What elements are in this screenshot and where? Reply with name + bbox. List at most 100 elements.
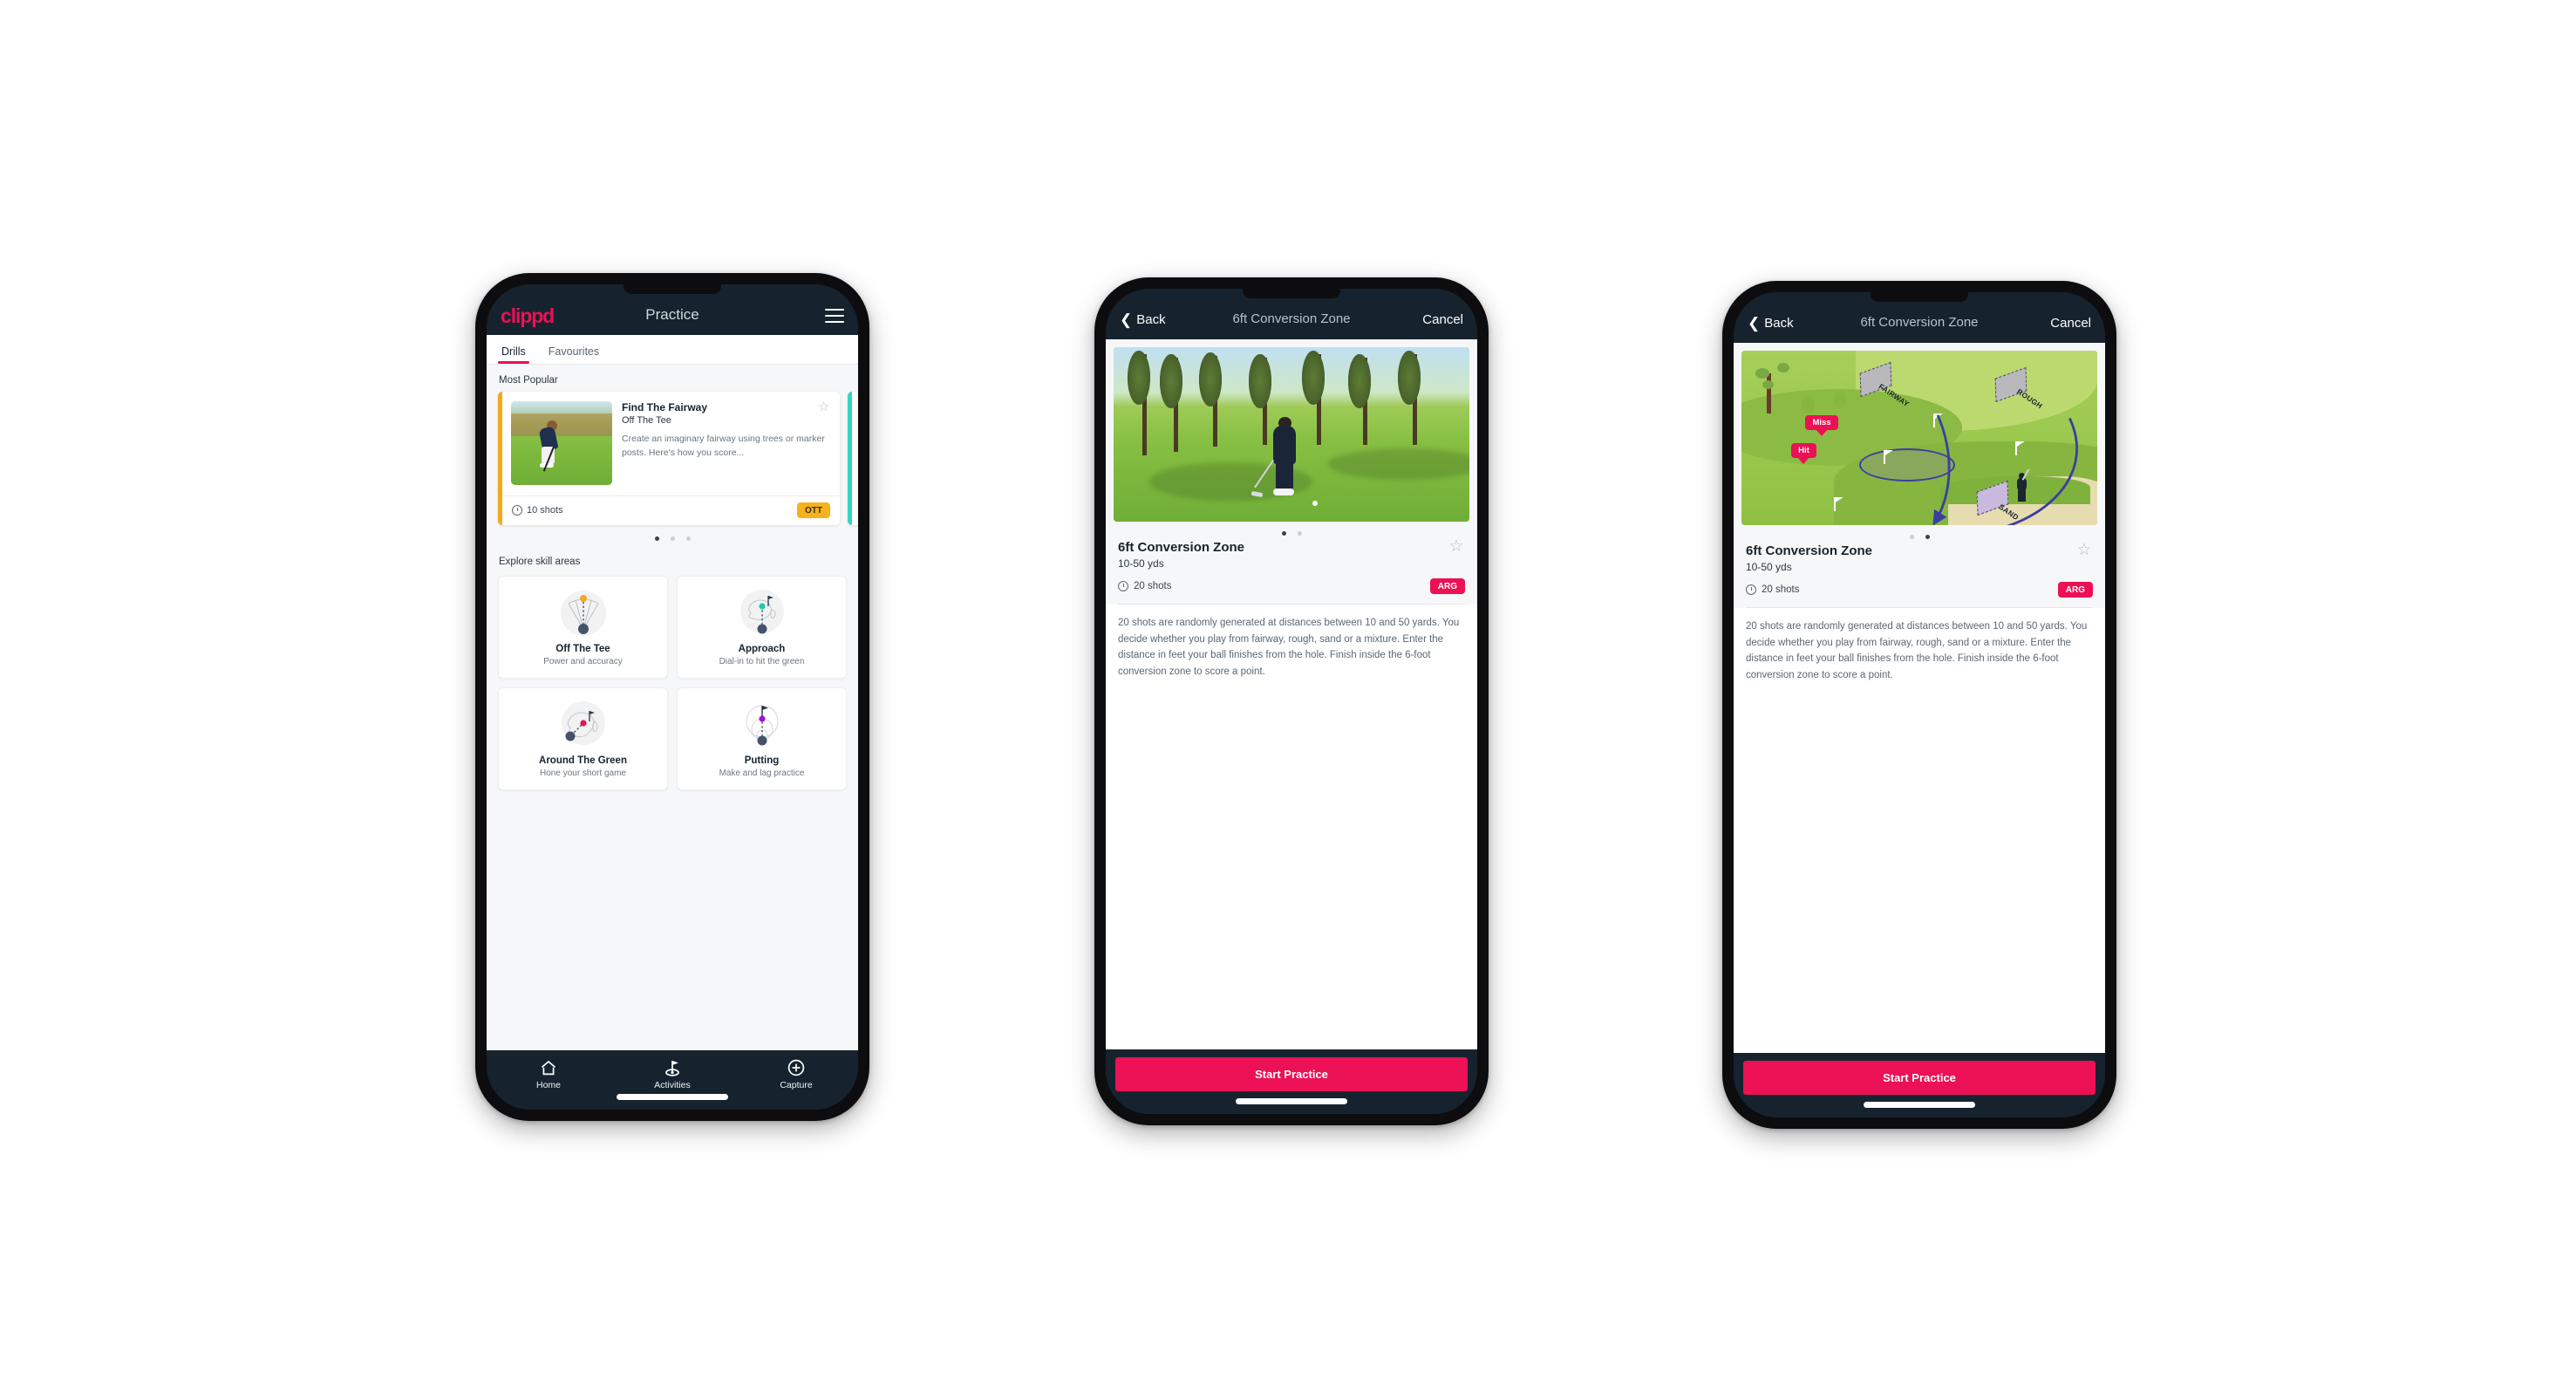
drill-tag-ott: OTT bbox=[797, 502, 830, 518]
phone-notch bbox=[624, 284, 721, 294]
tab-home-label: Home bbox=[535, 1080, 561, 1090]
phone-screen: clippd Practice Drills Favourites Most P… bbox=[487, 284, 858, 1110]
approach-green-icon bbox=[685, 588, 839, 639]
tab-home[interactable]: Home bbox=[487, 1058, 610, 1090]
media-dots bbox=[1106, 522, 1477, 540]
drill-subtitle: Off The Tee bbox=[622, 415, 671, 426]
star-outline-icon[interactable]: ☆ bbox=[2075, 542, 2093, 558]
star-outline-icon[interactable]: ☆ bbox=[1448, 538, 1465, 555]
start-practice-button[interactable]: Start Practice bbox=[1115, 1057, 1468, 1091]
cancel-button[interactable]: Cancel bbox=[2050, 305, 2091, 342]
skill-name: Off The Tee bbox=[555, 644, 610, 654]
putting-rings-icon bbox=[685, 700, 839, 750]
phone-drill-detail-photo: ❮ Back 6ft Conversion Zone Cancel 6ft Co… bbox=[1094, 277, 1489, 1125]
drill-tag-arg: ARG bbox=[2057, 582, 2093, 598]
golf-flag-icon bbox=[611, 1058, 734, 1077]
drill-carousel[interactable]: Find The Fairway Off The Tee ☆ Create an… bbox=[487, 392, 858, 525]
skill-desc: Hone your short game bbox=[540, 769, 626, 778]
drill-detail-shots: 20 shots bbox=[1118, 581, 1171, 591]
drill-media-photo[interactable] bbox=[1114, 347, 1469, 522]
drill-shots: 10 shots bbox=[512, 505, 563, 516]
clock-icon bbox=[1746, 584, 1756, 595]
carousel-dots bbox=[487, 525, 858, 546]
plus-circle-icon bbox=[735, 1058, 858, 1077]
tab-drills[interactable]: Drills bbox=[498, 345, 529, 364]
illustration-golfer bbox=[2015, 468, 2030, 502]
chevron-left-icon: ❮ bbox=[1120, 311, 1133, 328]
around-green-icon bbox=[506, 700, 660, 750]
hit-bubble: Hit bbox=[1791, 443, 1816, 458]
drill-tag-arg: ARG bbox=[1429, 578, 1465, 594]
skill-card-around-the-green[interactable]: Around The Green Hone your short game bbox=[498, 687, 668, 790]
drill-detail-header: 6ft Conversion Zone 10-50 yds ☆ 20 shots… bbox=[1106, 538, 1477, 594]
screenshot-stage: clippd Practice Drills Favourites Most P… bbox=[0, 0, 2576, 1387]
drill-detail-title: 6ft Conversion Zone bbox=[1118, 540, 1245, 555]
tab-activities-label: Activities bbox=[654, 1080, 691, 1090]
star-outline-icon[interactable]: ☆ bbox=[817, 400, 830, 414]
drill-detail-description: 20 shots are randomly generated at dista… bbox=[1746, 621, 2088, 680]
tab-favourites[interactable]: Favourites bbox=[545, 345, 603, 364]
carousel-dot-2[interactable] bbox=[670, 536, 675, 541]
skill-card-approach[interactable]: Approach Dial-in to hit the green bbox=[677, 576, 847, 679]
back-label: Back bbox=[1764, 316, 1794, 331]
drill-title: Find The Fairway bbox=[622, 401, 708, 413]
drill-card[interactable]: Find The Fairway Off The Tee ☆ Create an… bbox=[498, 392, 840, 525]
drill-detail: 6ft Conversion Zone 10-50 yds ☆ 20 shots… bbox=[1106, 339, 1477, 1049]
tab-capture[interactable]: Capture bbox=[735, 1058, 858, 1090]
clock-icon bbox=[512, 505, 522, 516]
drill-detail-body: 20 shots are randomly generated at dista… bbox=[1106, 605, 1477, 1049]
media-dot-2[interactable] bbox=[1925, 535, 1930, 539]
skill-card-off-the-tee[interactable]: Off The Tee Power and accuracy bbox=[498, 576, 668, 679]
skill-desc: Power and accuracy bbox=[543, 657, 623, 666]
media-dot-1[interactable] bbox=[1281, 531, 1286, 536]
home-indicator bbox=[1864, 1102, 1975, 1108]
clock-icon bbox=[1118, 581, 1128, 591]
carousel-dot-1[interactable] bbox=[654, 536, 659, 541]
drill-card-text: Find The Fairway Off The Tee ☆ Create an… bbox=[622, 400, 830, 485]
phone-practice-list: clippd Practice Drills Favourites Most P… bbox=[475, 273, 869, 1121]
skill-desc: Make and lag practice bbox=[719, 769, 805, 778]
hamburger-icon[interactable] bbox=[825, 309, 844, 323]
phone-notch bbox=[1871, 292, 1968, 302]
skill-areas-grid: Off The Tee Power and accuracy Approach … bbox=[487, 573, 858, 790]
home-icon bbox=[487, 1058, 610, 1077]
shot-path-arrows bbox=[1932, 414, 2078, 525]
miss-bubble: Miss bbox=[1805, 415, 1838, 430]
back-label: Back bbox=[1136, 312, 1166, 327]
home-indicator bbox=[1236, 1098, 1347, 1104]
skill-name: Putting bbox=[744, 755, 780, 766]
drill-detail-shots: 20 shots bbox=[1746, 584, 1799, 595]
skill-name: Around The Green bbox=[539, 755, 627, 766]
practice-content: Most Popular Find The Fairway Off The Te… bbox=[487, 365, 858, 1050]
chevron-left-icon: ❮ bbox=[1748, 314, 1761, 331]
drill-description: Create an imaginary fairway using trees … bbox=[622, 434, 825, 458]
drills-tabs: Drills Favourites bbox=[487, 335, 858, 365]
media-dot-1[interactable] bbox=[1909, 535, 1914, 539]
drill-detail-shots-label: 20 shots bbox=[1762, 584, 1800, 595]
phone-screen: ❮ Back 6ft Conversion Zone Cancel bbox=[1734, 292, 2105, 1117]
drill-detail-subtitle: 10-50 yds bbox=[1746, 561, 1792, 573]
media-dot-2[interactable] bbox=[1297, 531, 1302, 536]
drill-detail-description: 20 shots are randomly generated at dista… bbox=[1118, 618, 1460, 677]
cancel-button[interactable]: Cancel bbox=[1422, 302, 1463, 338]
drill-shots-label: 10 shots bbox=[527, 505, 563, 516]
explore-skill-areas-heading: Explore skill areas bbox=[499, 557, 581, 567]
phone-notch bbox=[1243, 289, 1340, 298]
back-button[interactable]: ❮ Back bbox=[1120, 302, 1166, 338]
start-practice-button[interactable]: Start Practice bbox=[1743, 1061, 2096, 1095]
drill-media-illustration[interactable]: FAIRWAY ROUGH SAND Miss Hit bbox=[1741, 351, 2097, 525]
media-dots bbox=[1734, 525, 2105, 543]
clippd-logo[interactable]: clippd bbox=[501, 305, 555, 326]
carousel-dot-3[interactable] bbox=[685, 536, 691, 541]
drill-detail-shots-label: 20 shots bbox=[1134, 581, 1172, 591]
tee-fan-icon bbox=[506, 588, 660, 639]
skill-card-putting[interactable]: Putting Make and lag practice bbox=[677, 687, 847, 790]
home-indicator bbox=[617, 1094, 728, 1100]
drill-detail: FAIRWAY ROUGH SAND Miss Hit 6ft Conversi… bbox=[1734, 343, 2105, 1053]
tab-activities[interactable]: Activities bbox=[611, 1058, 734, 1090]
drill-card-main: Find The Fairway Off The Tee ☆ Create an… bbox=[502, 392, 840, 495]
skill-name: Approach bbox=[738, 644, 786, 654]
back-button[interactable]: ❮ Back bbox=[1748, 305, 1794, 342]
drill-card-next-peek[interactable] bbox=[848, 392, 858, 525]
phone-screen: ❮ Back 6ft Conversion Zone Cancel bbox=[1106, 289, 1477, 1114]
